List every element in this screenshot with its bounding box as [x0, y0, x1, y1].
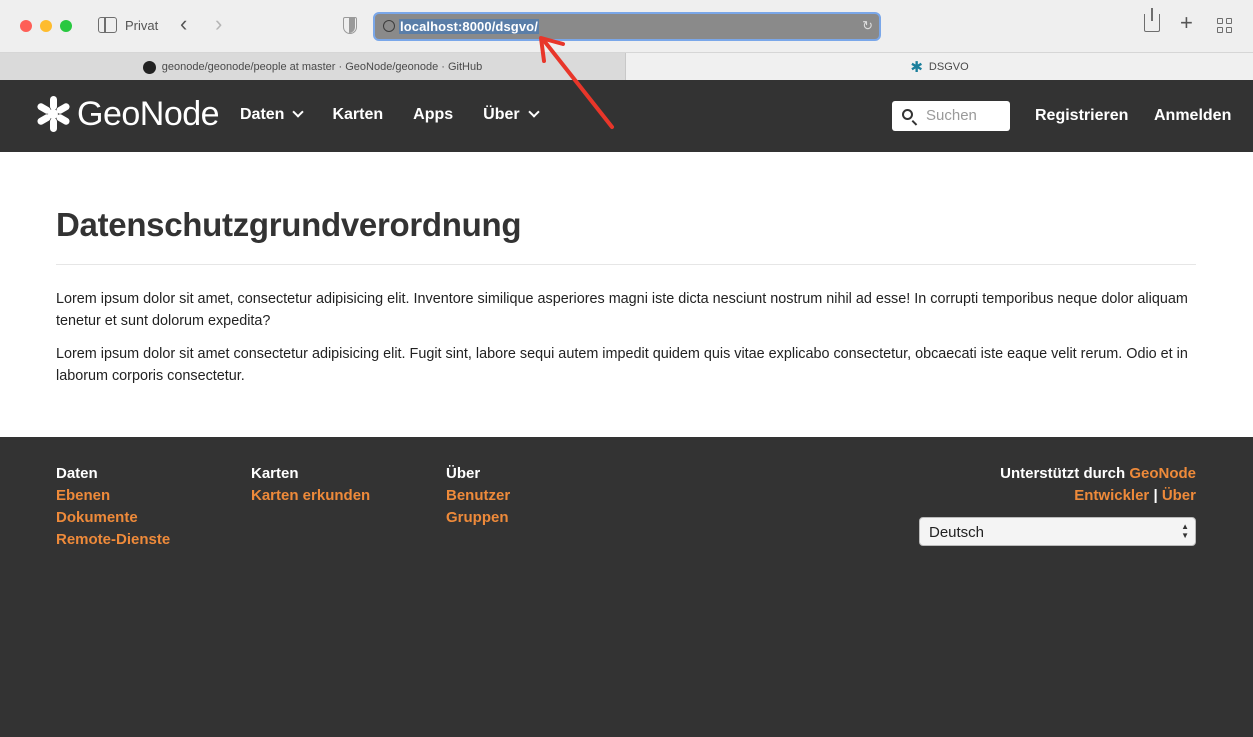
private-mode-label: Privat — [125, 18, 159, 33]
about-link[interactable]: Über — [1162, 487, 1196, 504]
developer-link[interactable]: Entwickler — [1074, 487, 1149, 504]
browser-toolbar: Privat ‹ › localhost:8000/dsgvo/ ↻ + — [0, 0, 1253, 52]
register-link[interactable]: Registrieren — [1035, 107, 1128, 125]
address-bar[interactable]: localhost:8000/dsgvo/ ↻ — [373, 12, 881, 41]
geonode-logo-icon — [33, 94, 73, 134]
privacy-shield-icon[interactable] — [343, 17, 357, 34]
footer-column-daten: Daten Ebenen Dokumente Remote-Dienste — [56, 463, 170, 551]
site-footer: Daten Ebenen Dokumente Remote-Dienste Ka… — [0, 437, 1253, 737]
logo-text: GeoNode — [77, 94, 220, 133]
paragraph-1: Lorem ipsum dolor sit amet, consectetur … — [56, 291, 1188, 329]
tab-label: DSGVO — [928, 61, 969, 73]
footer-link-benutzer[interactable]: Benutzer — [446, 485, 510, 507]
nav-apps[interactable]: Apps — [413, 106, 453, 124]
footer-heading: Karten — [251, 465, 299, 482]
paragraph-2: Lorem ipsum dolor sit amet consectetur a… — [56, 346, 1188, 384]
tab-label: geonode/geonode/people at master · GeoNo… — [161, 61, 483, 73]
search-input[interactable] — [926, 107, 1006, 124]
page-title: Datenschutzgrundverordnung — [56, 206, 522, 243]
site-header: GeoNode Daten Karten Apps Über Registrie… — [0, 80, 1253, 152]
new-tab-icon[interactable]: + — [1180, 12, 1193, 34]
share-icon[interactable] — [1144, 8, 1160, 32]
select-arrows-icon: ▲ ▼ — [1181, 522, 1189, 540]
footer-link-gruppen[interactable]: Gruppen — [446, 507, 510, 529]
language-select[interactable]: Deutsch ▲ ▼ — [919, 517, 1196, 546]
footer-heading: Über — [446, 465, 481, 482]
search-icon[interactable] — [902, 109, 913, 120]
close-window-button[interactable] — [20, 20, 32, 32]
geonode-logo[interactable]: GeoNode — [33, 94, 220, 134]
sidebar-toggle-icon[interactable] — [98, 17, 117, 33]
minimize-window-button[interactable] — [40, 20, 52, 32]
forward-icon[interactable]: › — [215, 13, 222, 35]
nav-daten[interactable]: Daten — [240, 106, 305, 124]
footer-column-karten: Karten Karten erkunden — [251, 463, 370, 507]
login-link[interactable]: Anmelden — [1154, 107, 1231, 125]
footer-column-ueber: Über Benutzer Gruppen — [446, 463, 510, 529]
browser-chrome: Privat ‹ › localhost:8000/dsgvo/ ↻ + geo… — [0, 0, 1253, 81]
tab-github[interactable]: geonode/geonode/people at master · GeoNo… — [0, 53, 626, 81]
reload-icon[interactable]: ↻ — [862, 18, 873, 34]
language-select-value: Deutsch — [929, 524, 985, 541]
geonode-link[interactable]: GeoNode — [1129, 465, 1196, 482]
title-divider — [56, 264, 1196, 265]
github-icon — [142, 60, 156, 74]
search-box[interactable] — [892, 101, 1010, 131]
footer-link-karten-erkunden[interactable]: Karten erkunden — [251, 485, 370, 507]
url-text[interactable]: localhost:8000/dsgvo/ — [399, 19, 539, 34]
fullscreen-window-button[interactable] — [60, 20, 72, 32]
footer-link-dokumente[interactable]: Dokumente — [56, 507, 170, 529]
footer-credits: Unterstützt durch GeoNode Entwickler | Ü… — [1000, 463, 1196, 507]
powered-by-text: Unterstützt durch — [1000, 465, 1126, 482]
footer-link-remote-dienste[interactable]: Remote-Dienste — [56, 529, 170, 551]
chevron-down-icon — [292, 106, 305, 118]
tab-dsgvo[interactable]: ✱ DSGVO — [626, 53, 1253, 81]
footer-link-ebenen[interactable]: Ebenen — [56, 485, 170, 507]
back-icon[interactable]: ‹ — [180, 13, 187, 35]
footer-heading: Daten — [56, 465, 98, 482]
tab-bar: geonode/geonode/people at master · GeoNo… — [0, 52, 1253, 81]
tab-overview-icon[interactable] — [1217, 18, 1233, 34]
main-content: Datenschutzgrundverordnung Lorem ipsum d… — [0, 152, 1253, 437]
geonode-favicon-icon: ✱ — [910, 58, 923, 76]
globe-icon — [383, 20, 395, 32]
separator: | — [1153, 487, 1158, 504]
nav-karten[interactable]: Karten — [332, 106, 383, 124]
nav-ueber[interactable]: Über — [483, 106, 540, 124]
chevron-down-icon — [527, 106, 540, 118]
main-nav: Daten Karten Apps Über — [240, 106, 568, 124]
